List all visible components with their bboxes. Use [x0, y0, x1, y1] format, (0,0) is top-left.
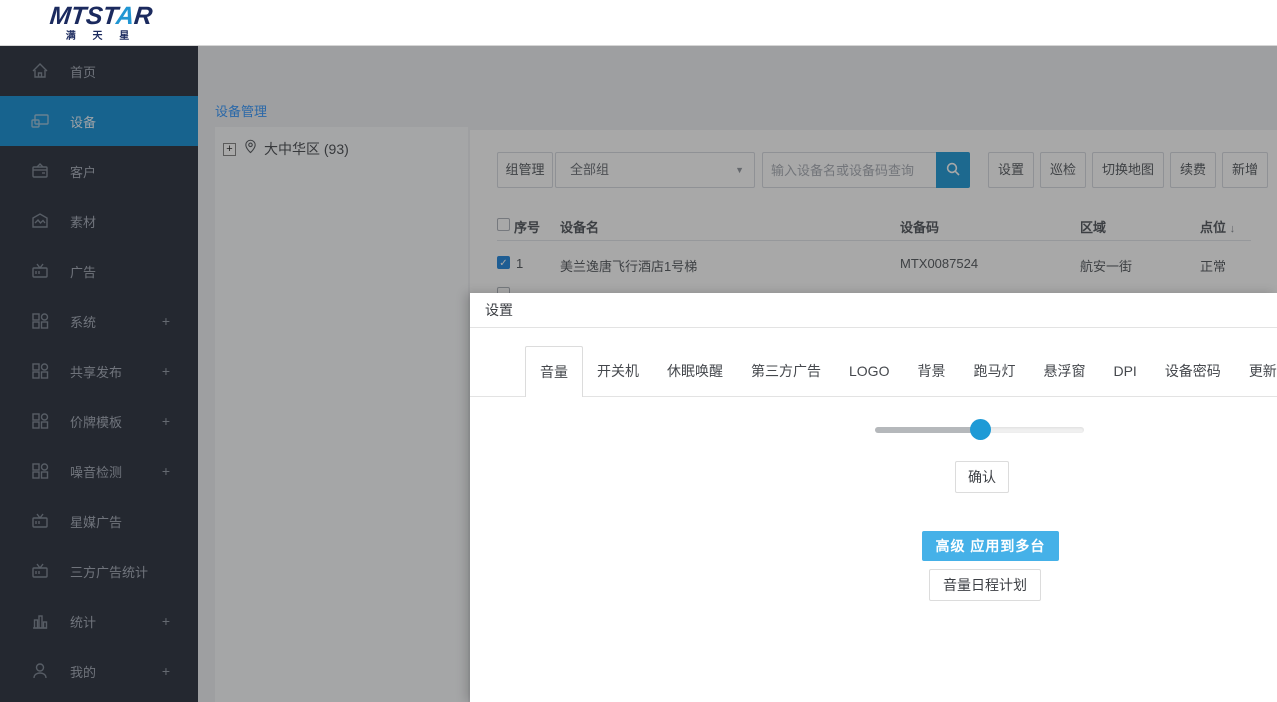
- tab-volume[interactable]: 音量: [525, 346, 583, 397]
- settings-modal: 设置 音量 开关机 休眠唤醒 第三方广告 LOGO 背景 跑马灯 悬浮窗 DPI…: [470, 293, 1277, 702]
- tab-device-password[interactable]: 设备密码: [1151, 346, 1235, 396]
- tab-third-party-ads[interactable]: 第三方广告: [737, 346, 835, 396]
- tab-background[interactable]: 背景: [903, 346, 959, 396]
- tab-dpi[interactable]: DPI: [1099, 346, 1150, 396]
- volume-schedule-plan-button[interactable]: 音量日程计划: [929, 569, 1041, 601]
- volume-slider-handle[interactable]: [970, 419, 991, 440]
- device-management-app: MTSTAR 满 天 星 首页 设备 客户 素材 广告 系统 +: [0, 0, 1277, 702]
- settings-tabbar: 音量 开关机 休眠唤醒 第三方广告 LOGO 背景 跑马灯 悬浮窗 DPI 设备…: [470, 346, 1277, 397]
- top-header: MTSTAR 满 天 星: [0, 0, 1277, 46]
- tab-sleep-wake[interactable]: 休眠唤醒: [653, 346, 737, 396]
- logo-wordmark: MTSTAR: [48, 3, 153, 29]
- tab-marquee[interactable]: 跑马灯: [959, 346, 1029, 396]
- confirm-button[interactable]: 确认: [955, 461, 1009, 493]
- advanced-apply-multiple-button[interactable]: 高级 应用到多台: [922, 531, 1059, 561]
- tab-power-schedule[interactable]: 开关机: [583, 346, 653, 396]
- tab-floating-window[interactable]: 悬浮窗: [1029, 346, 1099, 396]
- modal-title: 设置: [470, 293, 1277, 328]
- tab-update[interactable]: 更新: [1235, 346, 1277, 396]
- volume-slider[interactable]: [875, 419, 1084, 441]
- brand-logo[interactable]: MTSTAR 满 天 星: [16, 3, 186, 42]
- volume-slider-fill: [875, 427, 980, 433]
- tab-logo[interactable]: LOGO: [835, 346, 903, 396]
